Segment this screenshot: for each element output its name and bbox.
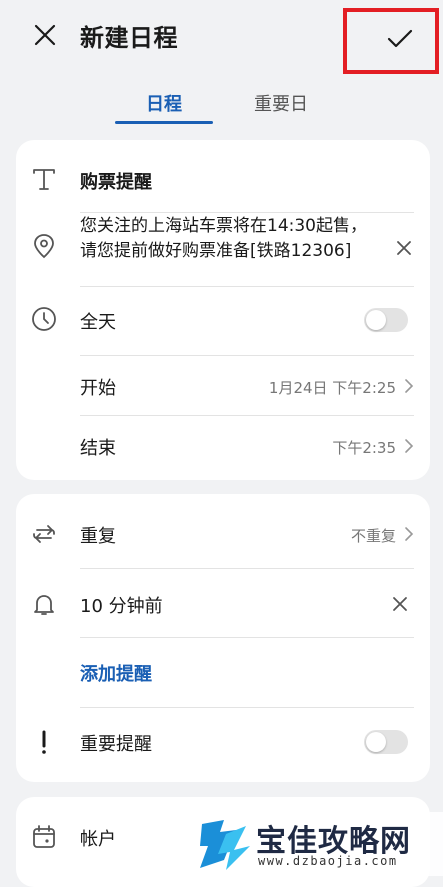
start-label: 开始 bbox=[80, 378, 116, 399]
divider bbox=[80, 568, 414, 569]
start-value: 1月24日 下午2:25 bbox=[268, 379, 396, 397]
add-reminder-button[interactable]: 添加提醒 bbox=[80, 660, 152, 686]
all-day-label: 全天 bbox=[80, 312, 116, 333]
toggle-knob bbox=[366, 732, 386, 752]
repeat-row[interactable]: 重复 不重复 bbox=[16, 514, 430, 554]
page-title: 新建日程 bbox=[80, 24, 178, 52]
reminder-card: 重复 不重复 10 分钟前 添加提醒 重要提醒 bbox=[16, 494, 430, 782]
event-details-card: 购票提醒 您关注的上海站车票将在14:30起售，请您提前做好购票准备[铁路123… bbox=[16, 140, 430, 480]
start-time-row[interactable]: 开始 1月24日 下午2:25 bbox=[16, 356, 430, 414]
account-label: 帐户 bbox=[80, 829, 116, 850]
repeat-label: 重复 bbox=[80, 526, 116, 547]
end-value: 下午2:35 bbox=[332, 439, 396, 457]
close-button[interactable] bbox=[30, 20, 60, 50]
event-title: 购票提醒 bbox=[80, 172, 152, 193]
location-row[interactable]: 您关注的上海站车票将在14:30起售，请您提前做好购票准备[铁路12306] bbox=[16, 214, 430, 286]
tab-bar: 日程 重要日 bbox=[0, 90, 443, 124]
chevron-right-icon bbox=[405, 439, 414, 453]
divider bbox=[80, 707, 414, 708]
all-day-toggle[interactable] bbox=[364, 308, 408, 332]
all-day-row: 全天 bbox=[16, 300, 430, 340]
important-reminder-row: 重要提醒 bbox=[16, 722, 430, 762]
toggle-knob bbox=[366, 310, 386, 330]
divider bbox=[80, 286, 414, 287]
clear-location-icon[interactable] bbox=[396, 240, 412, 256]
calendar-icon bbox=[33, 825, 55, 848]
end-time-row[interactable]: 结束 下午2:35 bbox=[16, 416, 430, 474]
confirm-button[interactable] bbox=[343, 8, 439, 74]
divider bbox=[80, 637, 414, 638]
chevron-right-icon bbox=[405, 527, 414, 541]
important-reminder-label: 重要提醒 bbox=[80, 734, 152, 755]
tab-schedule[interactable]: 日程 bbox=[146, 90, 182, 116]
clock-icon bbox=[32, 307, 56, 331]
title-row[interactable]: 购票提醒 bbox=[16, 160, 430, 200]
repeat-icon bbox=[33, 525, 55, 543]
watermark: 宝佳攻略网 www.dzbaojia.com bbox=[192, 812, 443, 876]
reminder-row[interactable]: 10 分钟前 bbox=[16, 584, 430, 624]
exclamation-icon bbox=[42, 730, 46, 754]
text-icon bbox=[33, 169, 55, 190]
bell-icon bbox=[34, 595, 54, 615]
close-icon bbox=[34, 24, 56, 46]
header: 新建日程 bbox=[0, 0, 443, 76]
repeat-value: 不重复 bbox=[350, 527, 396, 545]
remove-reminder-icon[interactable] bbox=[392, 596, 408, 612]
watermark-url: www.dzbaojia.com bbox=[258, 854, 398, 868]
watermark-logo-icon bbox=[200, 820, 250, 870]
important-reminder-toggle[interactable] bbox=[364, 730, 408, 754]
tab-important-day[interactable]: 重要日 bbox=[254, 90, 308, 116]
location-text[interactable]: 您关注的上海站车票将在14:30起售，请您提前做好购票准备[铁路12306] bbox=[80, 214, 370, 264]
divider bbox=[80, 212, 414, 213]
check-icon bbox=[387, 29, 413, 48]
chevron-right-icon bbox=[405, 379, 414, 393]
tab-indicator bbox=[115, 121, 213, 124]
location-pin-icon bbox=[34, 234, 54, 259]
end-label: 结束 bbox=[80, 438, 116, 459]
reminder-value: 10 分钟前 bbox=[80, 596, 163, 617]
